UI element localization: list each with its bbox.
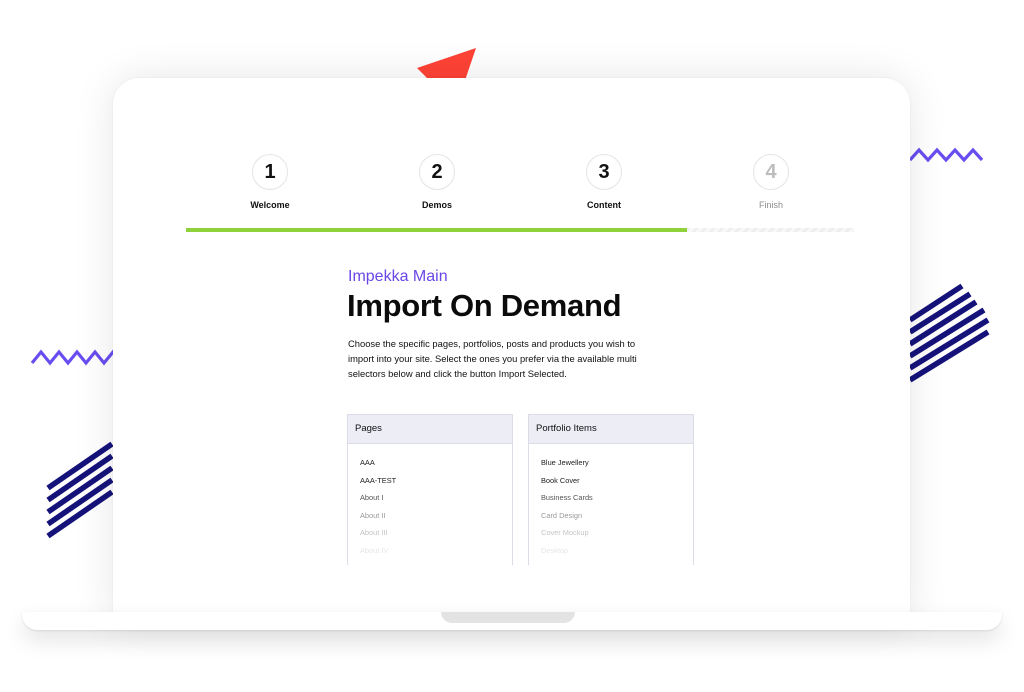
portfolio-selector-header: Portfolio Items bbox=[529, 415, 693, 444]
zigzag-right-decoration bbox=[908, 147, 984, 163]
step-content[interactable]: 3 Content bbox=[544, 154, 664, 210]
portfolio-list-item[interactable]: Desktop bbox=[541, 542, 693, 560]
pages-list-item[interactable]: About II bbox=[360, 507, 512, 525]
pages-selector-header: Pages bbox=[348, 415, 512, 444]
laptop-screen: 1 Welcome 2 Demos 3 Content 4 Finish Imp… bbox=[113, 78, 910, 623]
page-description: Choose the specific pages, portfolios, p… bbox=[348, 338, 637, 379]
portfolio-list-item[interactable]: Card Design bbox=[541, 507, 693, 525]
step-number: 1 bbox=[252, 154, 288, 190]
pages-list-item[interactable]: About IV bbox=[360, 542, 512, 560]
step-number: 3 bbox=[586, 154, 622, 190]
pages-list-item[interactable]: AAA bbox=[360, 454, 512, 472]
step-label: Demos bbox=[421, 200, 452, 210]
portfolio-list-item[interactable]: Cover Mockup bbox=[541, 524, 693, 542]
pages-list-item[interactable]: AAA-TEST bbox=[360, 472, 512, 490]
page-title: Import On Demand bbox=[347, 288, 622, 323]
laptop-notch bbox=[441, 612, 575, 623]
step-finish[interactable]: 4 Finish bbox=[711, 154, 831, 210]
pages-list-item[interactable]: About III bbox=[360, 524, 512, 542]
step-welcome[interactable]: 1 Welcome bbox=[210, 154, 330, 210]
portfolio-list-item[interactable]: Blue Jewellery bbox=[541, 454, 693, 472]
progress-bar bbox=[186, 228, 854, 232]
portfolio-selector[interactable]: Portfolio Items Blue Jewellery Book Cove… bbox=[528, 414, 694, 565]
pages-selector[interactable]: Pages AAA AAA-TEST About I About II Abou… bbox=[347, 414, 513, 565]
demo-name: Impekka Main bbox=[348, 268, 448, 285]
step-label: Content bbox=[587, 200, 621, 210]
step-number: 4 bbox=[753, 154, 789, 190]
stripes-right-decoration bbox=[908, 283, 990, 383]
step-label: Welcome bbox=[250, 200, 290, 210]
step-demos[interactable]: 2 Demos bbox=[377, 154, 497, 210]
portfolio-list: Blue Jewellery Book Cover Business Cards… bbox=[529, 444, 693, 560]
stripes-left-decoration bbox=[46, 441, 114, 539]
pages-list: AAA AAA-TEST About I About II About III … bbox=[348, 444, 512, 560]
step-number: 2 bbox=[419, 154, 455, 190]
progress-bar-fill bbox=[186, 228, 687, 232]
portfolio-list-item[interactable]: Business Cards bbox=[541, 489, 693, 507]
step-label: Finish bbox=[758, 200, 783, 210]
pages-list-item[interactable]: About I bbox=[360, 489, 512, 507]
portfolio-list-item[interactable]: Book Cover bbox=[541, 472, 693, 490]
